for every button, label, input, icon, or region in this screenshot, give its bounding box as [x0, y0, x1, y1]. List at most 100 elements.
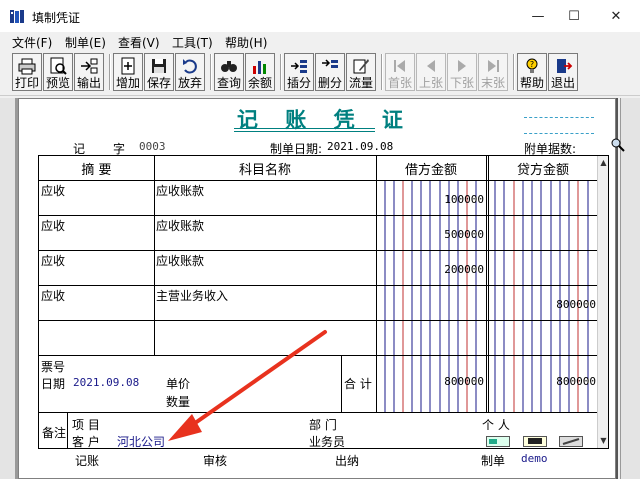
row5-account[interactable] — [156, 322, 374, 352]
row2-account[interactable]: 应收账款 — [156, 217, 204, 234]
grid-scrollbar[interactable]: ▲ ▼ — [597, 156, 608, 448]
binoculars-icon — [221, 61, 237, 72]
maker-value: demo — [521, 452, 548, 465]
toolbar-separator — [109, 54, 111, 90]
balance-button[interactable]: 余额 — [245, 53, 275, 91]
customer-label: 客 户 — [72, 435, 100, 449]
voucher-date[interactable]: 2021.09.08 — [327, 140, 393, 153]
insert-entry-button[interactable]: 插分 — [284, 53, 314, 91]
delete-entry-button[interactable]: 删分 — [315, 53, 345, 91]
right-frame — [620, 98, 640, 479]
menu-voucher[interactable]: 制单(E) — [65, 34, 106, 51]
col-divider — [488, 156, 489, 412]
prev-voucher-button[interactable]: 上张 — [416, 53, 446, 91]
window-title: 填制凭证 — [32, 11, 81, 25]
print-label: 打印 — [14, 76, 39, 90]
voucher-no[interactable]: 0003 — [139, 140, 166, 153]
maximize-button[interactable]: ☐ — [562, 8, 586, 26]
row5-summary[interactable] — [41, 322, 151, 352]
row-divider — [39, 412, 598, 413]
row3-debit[interactable]: 200000 — [378, 263, 484, 276]
project-label: 项 目 — [72, 418, 100, 432]
row1-account[interactable]: 应收账款 — [156, 182, 204, 199]
menu-tools[interactable]: 工具(T) — [172, 34, 213, 51]
row2-summary[interactable]: 应收 — [41, 217, 65, 234]
export-label: 输出 — [76, 76, 101, 90]
row-divider — [39, 285, 598, 286]
help-button[interactable]: ? 帮助 — [517, 53, 547, 91]
row4-credit[interactable]: 800000 — [490, 298, 596, 311]
row-divider — [39, 180, 598, 181]
row1-summary[interactable]: 应收 — [41, 182, 65, 199]
bill-date[interactable]: 2021.09.08 — [73, 376, 139, 389]
menu-bar: 文件(F) 制单(E) 查看(V) 工具(T) 帮助(H) — [0, 32, 640, 50]
row4-account[interactable]: 主营业务收入 — [156, 287, 228, 304]
first-page-icon — [394, 60, 405, 72]
printer-icon — [18, 58, 36, 75]
total-label: 合 计 — [344, 377, 372, 391]
prev-page-icon — [427, 60, 435, 72]
menu-file[interactable]: 文件(F) — [12, 34, 52, 51]
last-voucher-button[interactable]: 末张 — [478, 53, 508, 91]
pen-notepad-icon — [353, 59, 369, 74]
row3-summary[interactable]: 应收 — [41, 252, 65, 269]
title-underline — [234, 131, 375, 132]
person-label: 个 人 — [482, 418, 510, 432]
keyboard-icon[interactable] — [559, 436, 583, 447]
remark-label: 备注 — [42, 426, 67, 440]
voucher-grid: 摘 要 科目名称 借方金额 贷方金额 应收 应收账款 100000 应收 应收账… — [38, 155, 609, 449]
scroll-down-icon[interactable]: ▼ — [598, 435, 609, 447]
undo-icon — [183, 59, 197, 74]
title-underline — [234, 128, 375, 129]
scroll-up-icon[interactable]: ▲ — [598, 157, 609, 169]
row-divider — [39, 320, 598, 321]
bill-date-label: 日期 — [41, 377, 66, 391]
row3-account[interactable]: 应收账款 — [156, 252, 204, 269]
voucher-window: 填制凭证 — ☐ ✕ 文件(F) 制单(E) 查看(V) 工具(T) 帮助(H)… — [0, 0, 640, 479]
delete-row-icon — [322, 59, 338, 68]
row2-debit[interactable]: 500000 — [378, 228, 484, 241]
col-divider — [341, 355, 342, 412]
customer-value[interactable]: 河北公司 — [117, 433, 165, 450]
salesman-label: 业务员 — [309, 435, 346, 449]
card-icon[interactable] — [486, 436, 510, 447]
auditor-label: 审核 — [203, 454, 228, 468]
search-icon[interactable] — [611, 138, 625, 152]
query-button[interactable]: 查询 — [214, 53, 244, 91]
row-divider — [39, 215, 598, 216]
preview-button[interactable]: 预览 — [43, 53, 73, 91]
svg-text:?: ? — [530, 60, 534, 69]
add-button[interactable]: 增加 — [113, 53, 143, 91]
bill-no-label: 票号 — [41, 360, 66, 374]
prev-voucher-label: 上张 — [418, 76, 443, 90]
save-button[interactable]: 保存 — [144, 53, 174, 91]
exit-door-icon — [557, 59, 573, 73]
row1-debit[interactable]: 100000 — [378, 193, 484, 206]
print-button[interactable]: 打印 — [12, 53, 42, 91]
department-label: 部 门 — [309, 418, 337, 432]
exit-button[interactable]: 退出 — [548, 53, 578, 91]
minimize-button[interactable]: — — [526, 8, 550, 26]
col-divider — [67, 412, 68, 449]
col-divider — [154, 156, 155, 355]
col-divider — [376, 156, 377, 412]
monitor-icon[interactable] — [523, 436, 547, 447]
close-button[interactable]: ✕ — [604, 8, 628, 26]
row4-summary[interactable]: 应收 — [41, 287, 65, 304]
maker-label: 制单 — [481, 454, 506, 468]
first-voucher-button[interactable]: 首张 — [385, 53, 415, 91]
preview-label: 预览 — [45, 76, 70, 90]
help-bulb-icon: ? — [526, 58, 538, 73]
row-divider — [39, 250, 598, 251]
menu-help[interactable]: 帮助(H) — [225, 34, 267, 51]
insert-entry-label: 插分 — [286, 76, 311, 90]
cashflow-button[interactable]: 流量 — [346, 53, 376, 91]
menu-view[interactable]: 查看(V) — [118, 34, 160, 51]
floppy-disk-icon — [152, 59, 166, 73]
first-voucher-label: 首张 — [387, 76, 412, 90]
abandon-button[interactable]: 放弃 — [175, 53, 205, 91]
export-button[interactable]: 输出 — [74, 53, 104, 91]
next-voucher-button[interactable]: 下张 — [447, 53, 477, 91]
cashier-label: 出纳 — [335, 454, 360, 468]
balance-label: 余额 — [247, 76, 272, 90]
